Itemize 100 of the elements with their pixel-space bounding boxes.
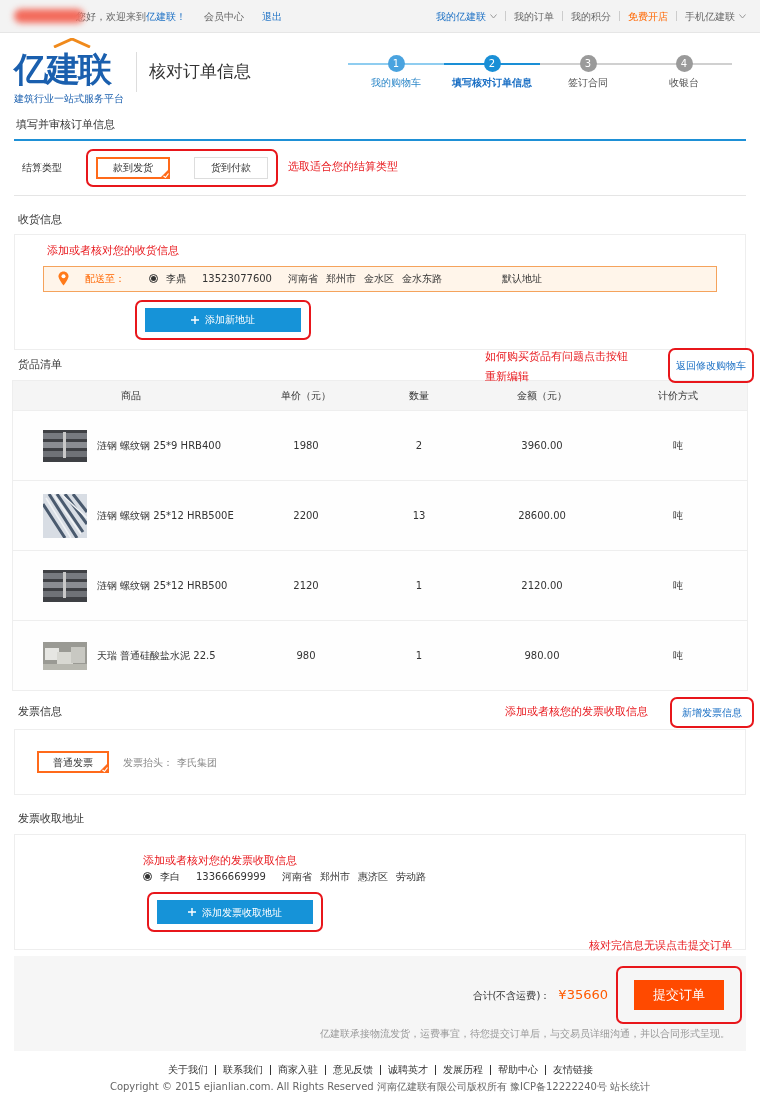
phone-number: 13366669999 (196, 870, 266, 884)
annotation-text: 添加或者核您的发票收取信息 (505, 703, 648, 720)
table-cell-text: 1 (414, 649, 424, 663)
column-header: 金额（元） (516, 389, 568, 403)
table-cell-text: 吨 (672, 649, 684, 663)
caret-icon (739, 13, 746, 19)
caret-icon (490, 13, 497, 19)
address-part: 河南省 (282, 870, 312, 884)
dropdown-link[interactable]: 手机亿建联 (685, 8, 746, 24)
total-amount: ¥35660 (558, 986, 608, 1005)
step-label: 填写核对订单信息 (452, 75, 532, 90)
table-cell-text: 2120.00 (520, 579, 564, 593)
plus-icon (191, 315, 199, 324)
product-name: 涟钢 螺纹钢 25*12 HRB500E (97, 509, 234, 523)
invoice-type-button[interactable]: 普通发票 (37, 751, 109, 773)
footer-link[interactable]: 帮助中心 (489, 1065, 545, 1075)
address-part: 金水东路 (402, 272, 442, 286)
table-cell-text: 2200 (292, 509, 320, 523)
step-number: 2 (483, 54, 501, 72)
back-to-cart-link[interactable]: 返回修改购物车 (676, 357, 746, 373)
invoice-title-label: 发票抬头： (123, 755, 173, 770)
address-part: 劳动路 (396, 870, 426, 884)
table-cell-text: 3960.00 (520, 439, 564, 453)
step-number: 4 (675, 54, 693, 72)
column-header: 数量 (408, 389, 430, 403)
table-cell-text: 2 (414, 439, 424, 453)
table-cell-text: 28600.00 (517, 509, 567, 523)
step-label: 收银台 (669, 75, 699, 90)
section-heading: 收货信息 (18, 211, 63, 228)
submit-order-button[interactable]: 提交订单 (634, 980, 724, 1010)
option-button[interactable]: 款到发货 (96, 156, 170, 179)
check-corner-icon (159, 167, 170, 179)
annotation-text: 如何购买货品有问题点击按钮 (485, 349, 628, 365)
logo-roof-icon (52, 38, 92, 49)
footer-link[interactable]: 发展历程 (434, 1065, 490, 1075)
annotation-text: 核对完信息无误点击提交订单 (589, 937, 732, 954)
total-label: 合计(不含运费)： (472, 988, 551, 1003)
top-link[interactable]: 会员中心 (204, 8, 244, 24)
add-button[interactable]: 添加新地址 (145, 307, 301, 332)
radio-button[interactable] (149, 274, 158, 283)
check-corner-icon (98, 762, 109, 773)
deliver-to-label: 配送至： (85, 272, 125, 286)
section-heading: 发票信息 (18, 703, 62, 720)
table-cell-text: 2120 (292, 579, 320, 593)
column-header: 商品 (120, 389, 142, 403)
section-heading: 货品清单 (18, 356, 62, 373)
table-cell-text: 1980 (292, 439, 320, 453)
footer-link[interactable]: 诚聘英才 (379, 1065, 435, 1075)
location-pin-icon (58, 271, 69, 286)
address-part: 金水区 (364, 272, 394, 286)
page-title: 核对订单信息 (136, 52, 251, 92)
annotation-text: 重新编辑 (485, 369, 530, 385)
invoice-title-value: 李氏集团 (177, 755, 217, 770)
annotation-text: 添加或者核对您的收货信息 (47, 243, 179, 259)
footer-link[interactable]: 联系我们 (214, 1065, 270, 1075)
recipient-name: 李白 (160, 870, 180, 884)
dropdown-link[interactable]: 我的亿建联 (436, 8, 497, 24)
table-cell-text: 980 (295, 649, 317, 663)
logo-tagline: 建筑行业一站式服务平台 (14, 91, 124, 106)
table-cell-text: 吨 (672, 439, 684, 453)
product-name: 天瑞 普通硅酸盐水泥 22.5 (97, 649, 216, 663)
footer-link[interactable]: 商家入驻 (269, 1065, 325, 1075)
field-label: 结算类型 (22, 161, 62, 175)
column-header: 计价方式 (657, 389, 699, 403)
address-part: 郑州市 (320, 870, 350, 884)
column-header: 单价（元） (280, 389, 332, 403)
add-invoice-link[interactable]: 新增发票信息 (682, 704, 742, 720)
section-heading: 发票收取地址 (18, 811, 85, 827)
address-part: 惠济区 (358, 870, 388, 884)
top-link[interactable]: 退出 (262, 8, 282, 24)
product-name: 涟钢 螺纹钢 25*9 HRB400 (97, 439, 222, 453)
product-name: 涟钢 螺纹钢 25*12 HRB500 (97, 579, 228, 593)
logo-text: 亿建联 (14, 48, 113, 91)
step-number: 1 (387, 54, 405, 72)
table-cell-text: 980.00 (523, 649, 561, 663)
table-cell-text: 1 (414, 579, 424, 593)
form-title: 填写并审核订单信息 (14, 111, 746, 141)
footer-link[interactable]: 关于我们 (160, 1065, 215, 1075)
annotation-text: 选取适合您的结算类型 (288, 159, 398, 176)
top-link[interactable]: 我的积分 (571, 8, 611, 24)
phone-number: 13523077600 (202, 272, 272, 286)
annotation-text: 添加或者核对您的发票收取信息 (143, 852, 297, 869)
address-part: 河南省 (288, 272, 318, 286)
greeting-text: 您好，欢迎来到 (76, 9, 146, 24)
top-link[interactable]: 我的订单 (514, 8, 554, 24)
add-button[interactable]: 添加发票收取地址 (157, 900, 313, 924)
table-cell-text: 13 (411, 509, 427, 523)
site-link[interactable]: 亿建联！ (146, 8, 186, 24)
footer-link[interactable]: 意见反馈 (324, 1065, 380, 1075)
footer-link[interactable]: 友情链接 (544, 1065, 600, 1075)
shipping-note: 亿建联承接物流发货，运费事宜，待您提交订单后，与交易员详细沟通，并以合同形式呈现。 (320, 1027, 730, 1041)
address-part: 郑州市 (326, 272, 356, 286)
step-label: 我的购物车 (371, 75, 421, 90)
default-address-label: 默认地址 (502, 272, 542, 286)
option-button[interactable]: 货到付款 (194, 156, 268, 179)
copyright-text: Copyright © 2015 ejianlian.com. All Rights Reserved 河南亿建联有限公司版权所有 豫ICP备12222240号 站长统计 (108, 1080, 652, 1094)
radio-button[interactable] (143, 872, 152, 881)
table-cell-text: 吨 (672, 509, 684, 523)
plus-icon (188, 908, 196, 916)
table-cell-text: 吨 (672, 579, 684, 593)
